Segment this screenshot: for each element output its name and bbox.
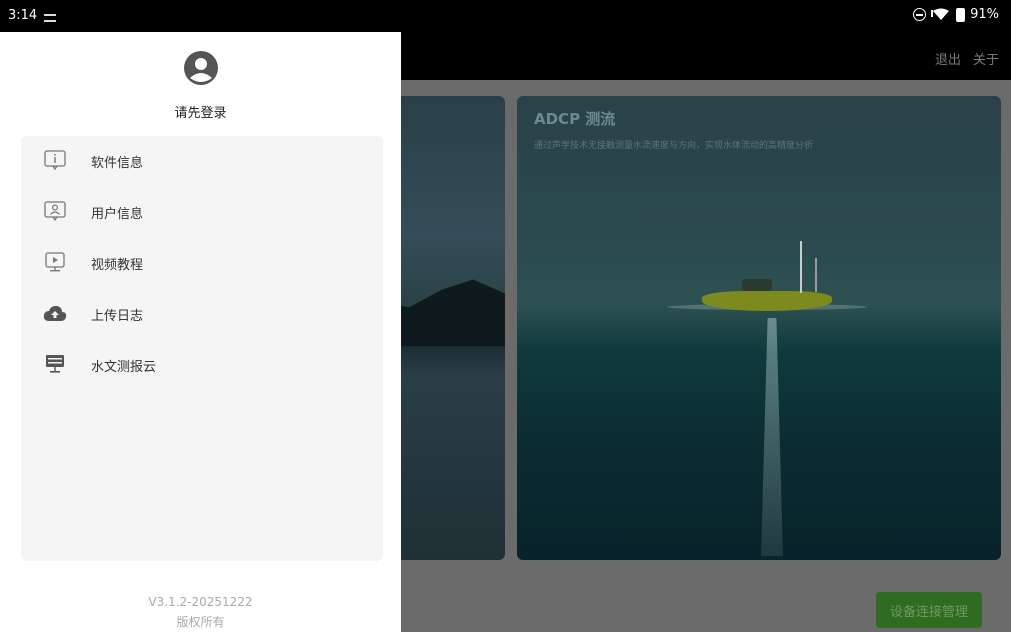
menu-item-label: 视频教程 xyxy=(91,258,144,273)
boat-cabin-image xyxy=(742,279,772,291)
video-icon xyxy=(43,251,67,273)
sonar-beam-image xyxy=(761,318,783,556)
navigation-drawer: 请先登录 软件信息 用户信息 视频教程 上传日志 水文测报云 V3.1.2-20… xyxy=(0,32,401,632)
wifi-icon xyxy=(931,8,950,20)
status-bar: 3:14 91% xyxy=(0,0,1011,32)
feature-card-adcp[interactable]: ADCP 测流 通过声学技术无接触测量水流速度与方向，实现水体流动的高精度分析 xyxy=(517,96,1001,560)
menu-item-video-tutorial[interactable]: 视频教程 xyxy=(21,242,383,282)
boat-antenna-image xyxy=(815,258,817,292)
server-icon xyxy=(43,353,67,375)
copyright: 版权所有 xyxy=(176,615,225,629)
card-title: ADCP 测流 xyxy=(534,110,616,128)
user-icon xyxy=(43,200,67,222)
app-version: V3.1.2-20251222 xyxy=(148,595,253,609)
cast-icon xyxy=(44,14,56,22)
menu-item-label: 水文测报云 xyxy=(91,360,157,375)
boat-mast-image xyxy=(800,241,802,293)
menu-item-label: 上传日志 xyxy=(91,309,144,324)
login-prompt[interactable]: 请先登录 xyxy=(0,102,401,121)
do-not-disturb-icon xyxy=(913,8,927,21)
survey-boat-image xyxy=(702,291,832,311)
status-icons: 91% xyxy=(913,7,999,22)
logout-button[interactable]: 退出 xyxy=(935,49,961,68)
battery-level: 91% xyxy=(970,7,999,22)
account-circle-icon[interactable] xyxy=(183,50,219,86)
menu-item-hydrology-cloud[interactable]: 水文测报云 xyxy=(21,344,383,384)
device-connection-button[interactable]: 设备连接管理 xyxy=(876,592,982,628)
status-time: 3:14 xyxy=(8,8,38,23)
drawer-menu: 软件信息 用户信息 视频教程 上传日志 水文测报云 xyxy=(21,136,383,561)
menu-item-upload-log[interactable]: 上传日志 xyxy=(21,293,383,333)
cloud-upload-icon xyxy=(43,302,67,324)
menu-item-label: 用户信息 xyxy=(91,207,144,222)
menu-item-software-info[interactable]: 软件信息 xyxy=(21,140,383,180)
card-description: 通过声学技术无接触测量水流速度与方向，实现水体流动的高精度分析 xyxy=(534,141,814,151)
app-bar-actions: 退出 关于 xyxy=(935,49,999,68)
menu-item-user-info[interactable]: 用户信息 xyxy=(21,191,383,231)
menu-item-label: 软件信息 xyxy=(91,156,144,171)
battery-icon xyxy=(956,7,966,22)
info-icon xyxy=(43,149,67,171)
about-button[interactable]: 关于 xyxy=(973,49,999,68)
